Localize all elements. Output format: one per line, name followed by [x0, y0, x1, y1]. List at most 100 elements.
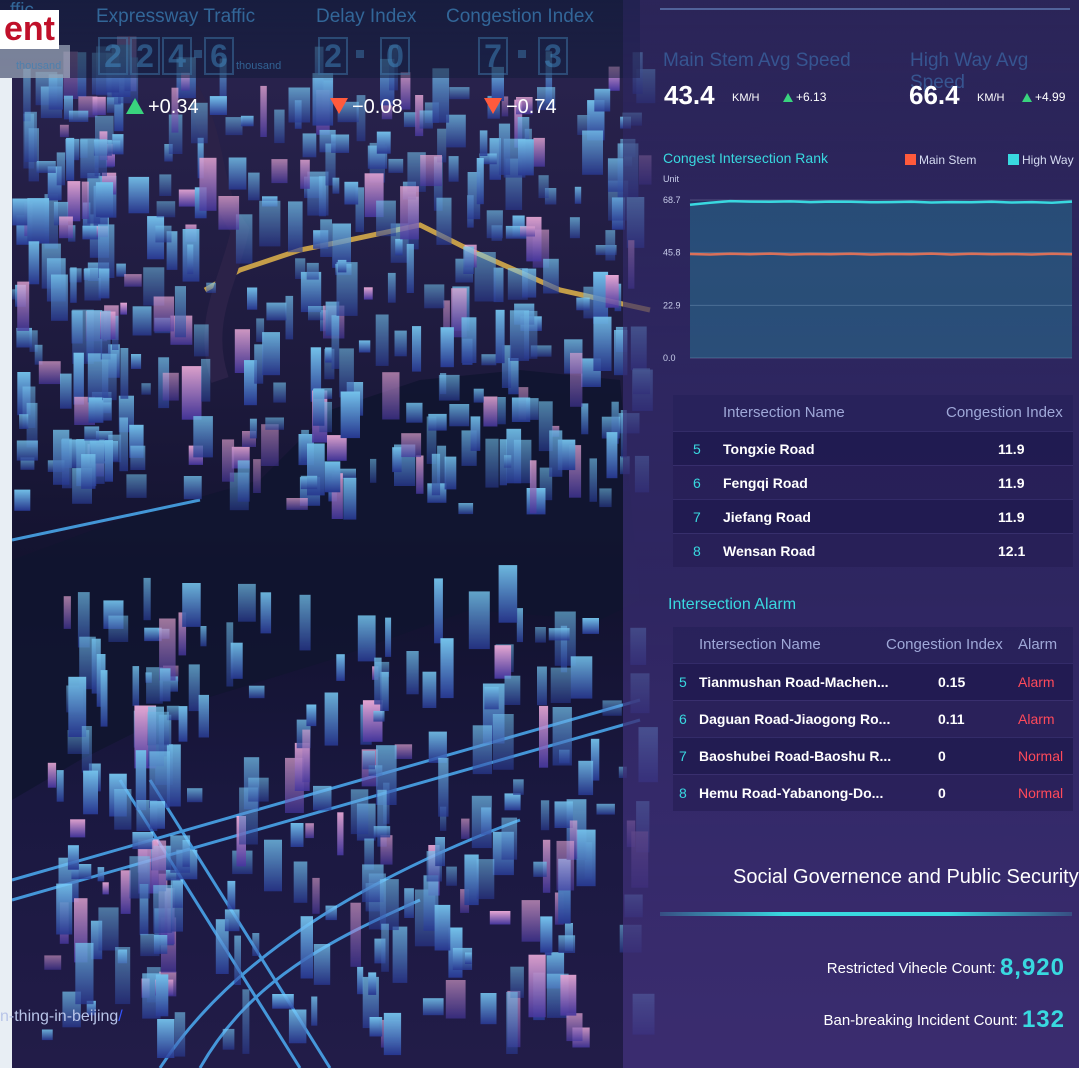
building: [606, 432, 618, 479]
building: [305, 823, 314, 839]
legend-main-stem[interactable]: Main Stem: [905, 153, 976, 167]
building: [373, 710, 385, 722]
building: [357, 966, 364, 995]
table-row[interactable]: 8 Wensan Road 12.1: [673, 533, 1073, 567]
building: [266, 302, 287, 321]
building: [238, 583, 256, 622]
building: [14, 489, 31, 511]
building: [200, 626, 207, 647]
building: [535, 627, 546, 643]
building: [569, 217, 580, 239]
building: [115, 947, 131, 1005]
building: [434, 904, 451, 951]
building: [444, 456, 457, 490]
building: [143, 577, 151, 621]
left-page-margin: [0, 78, 12, 1068]
main-stem-speed-delta: +6.13: [783, 90, 826, 104]
table-row[interactable]: 5 Tianmushan Road-Machen... 0.15 Alarm: [673, 663, 1073, 700]
rank-table-header: Intersection Name Congestion Index: [673, 395, 1073, 431]
intersection-name: Tianmushan Road-Machen...: [699, 674, 889, 690]
building: [67, 845, 79, 870]
building: [209, 96, 227, 115]
building: [249, 418, 257, 439]
building: [56, 883, 73, 935]
building: [108, 615, 129, 642]
building: [388, 158, 404, 173]
source-url-fragment: n-thing-in-beijing/: [0, 1008, 123, 1026]
rank-number: 6: [693, 475, 701, 491]
building: [448, 156, 459, 182]
building: [128, 176, 150, 214]
building: [324, 461, 341, 493]
congestion-index-value: 11.9: [998, 475, 1025, 491]
building: [357, 615, 376, 662]
building: [288, 201, 303, 253]
congestion-index-value: 0.15: [938, 674, 966, 690]
intersection-name: Wensan Road: [723, 543, 816, 559]
main-stem-speed-value: 43.4: [664, 80, 715, 110]
building: [380, 835, 393, 865]
table-row[interactable]: 7 Baoshubei Road-Baoshu R... 0 Normal: [673, 737, 1073, 774]
building: [224, 909, 240, 932]
url-link[interactable]: /: [118, 1008, 122, 1025]
expressway-traffic-label: Expressway Traffic: [96, 6, 256, 27]
alarm-header-status: Alarm: [1018, 636, 1058, 653]
building: [449, 404, 470, 427]
building: [400, 186, 419, 240]
building: [153, 296, 174, 332]
panel-top-divider: [660, 8, 1070, 10]
chart-title: Congest Intersection Rank: [663, 150, 828, 166]
building: [495, 309, 505, 364]
building: [463, 246, 474, 274]
congestion-line-chart[interactable]: Unit 68.7 45.8 22.9 0.0: [660, 170, 1076, 370]
building: [581, 403, 589, 435]
building: [406, 243, 414, 293]
building: [181, 366, 202, 420]
building: [401, 433, 422, 458]
building: [313, 785, 332, 811]
building: [247, 287, 258, 310]
building: [155, 225, 172, 243]
building: [98, 268, 110, 299]
delay-index-label: Delay Index: [316, 6, 417, 27]
building: [67, 181, 81, 222]
building: [576, 829, 596, 887]
up-arrow-icon: [1022, 93, 1032, 102]
building: [119, 417, 128, 472]
congestion-rank-table: Intersection Name Congestion Index 5 Tong…: [673, 395, 1073, 567]
building: [102, 397, 112, 421]
building: [188, 664, 200, 712]
table-row[interactable]: 6 Fengqi Road 11.9: [673, 465, 1073, 499]
building: [605, 230, 616, 261]
main-stem-speed-unit: KM/H: [732, 92, 760, 104]
building: [376, 200, 396, 237]
table-row[interactable]: 6 Daguan Road-Jiaogong Ro... 0.11 Alarm: [673, 700, 1073, 737]
table-row[interactable]: 8 Hemu Road-Yabanong-Do... 0 Normal: [673, 774, 1073, 811]
building: [100, 310, 111, 360]
building: [383, 1012, 402, 1056]
building: [104, 440, 113, 482]
building: [273, 382, 286, 403]
building: [483, 396, 498, 427]
building: [582, 130, 603, 175]
table-row[interactable]: 5 Tongxie Road 11.9: [673, 431, 1073, 465]
building: [199, 157, 217, 211]
building: [363, 287, 373, 300]
building: [262, 332, 280, 376]
building: [325, 347, 332, 363]
high-way-speed-unit: KM/H: [977, 92, 1005, 104]
building: [392, 447, 402, 473]
building: [489, 911, 511, 925]
building: [308, 306, 325, 321]
building: [225, 117, 243, 136]
expressway-delta: +0.34: [126, 96, 199, 119]
building: [419, 110, 433, 129]
building: [114, 789, 132, 830]
rank-header-name: Intersection Name: [723, 404, 845, 421]
building: [506, 991, 518, 1054]
table-row[interactable]: 7 Jiefang Road 11.9: [673, 499, 1073, 533]
legend-high-way[interactable]: High Way: [1008, 153, 1074, 167]
building: [264, 839, 282, 892]
building: [395, 238, 403, 256]
building: [155, 974, 169, 1017]
